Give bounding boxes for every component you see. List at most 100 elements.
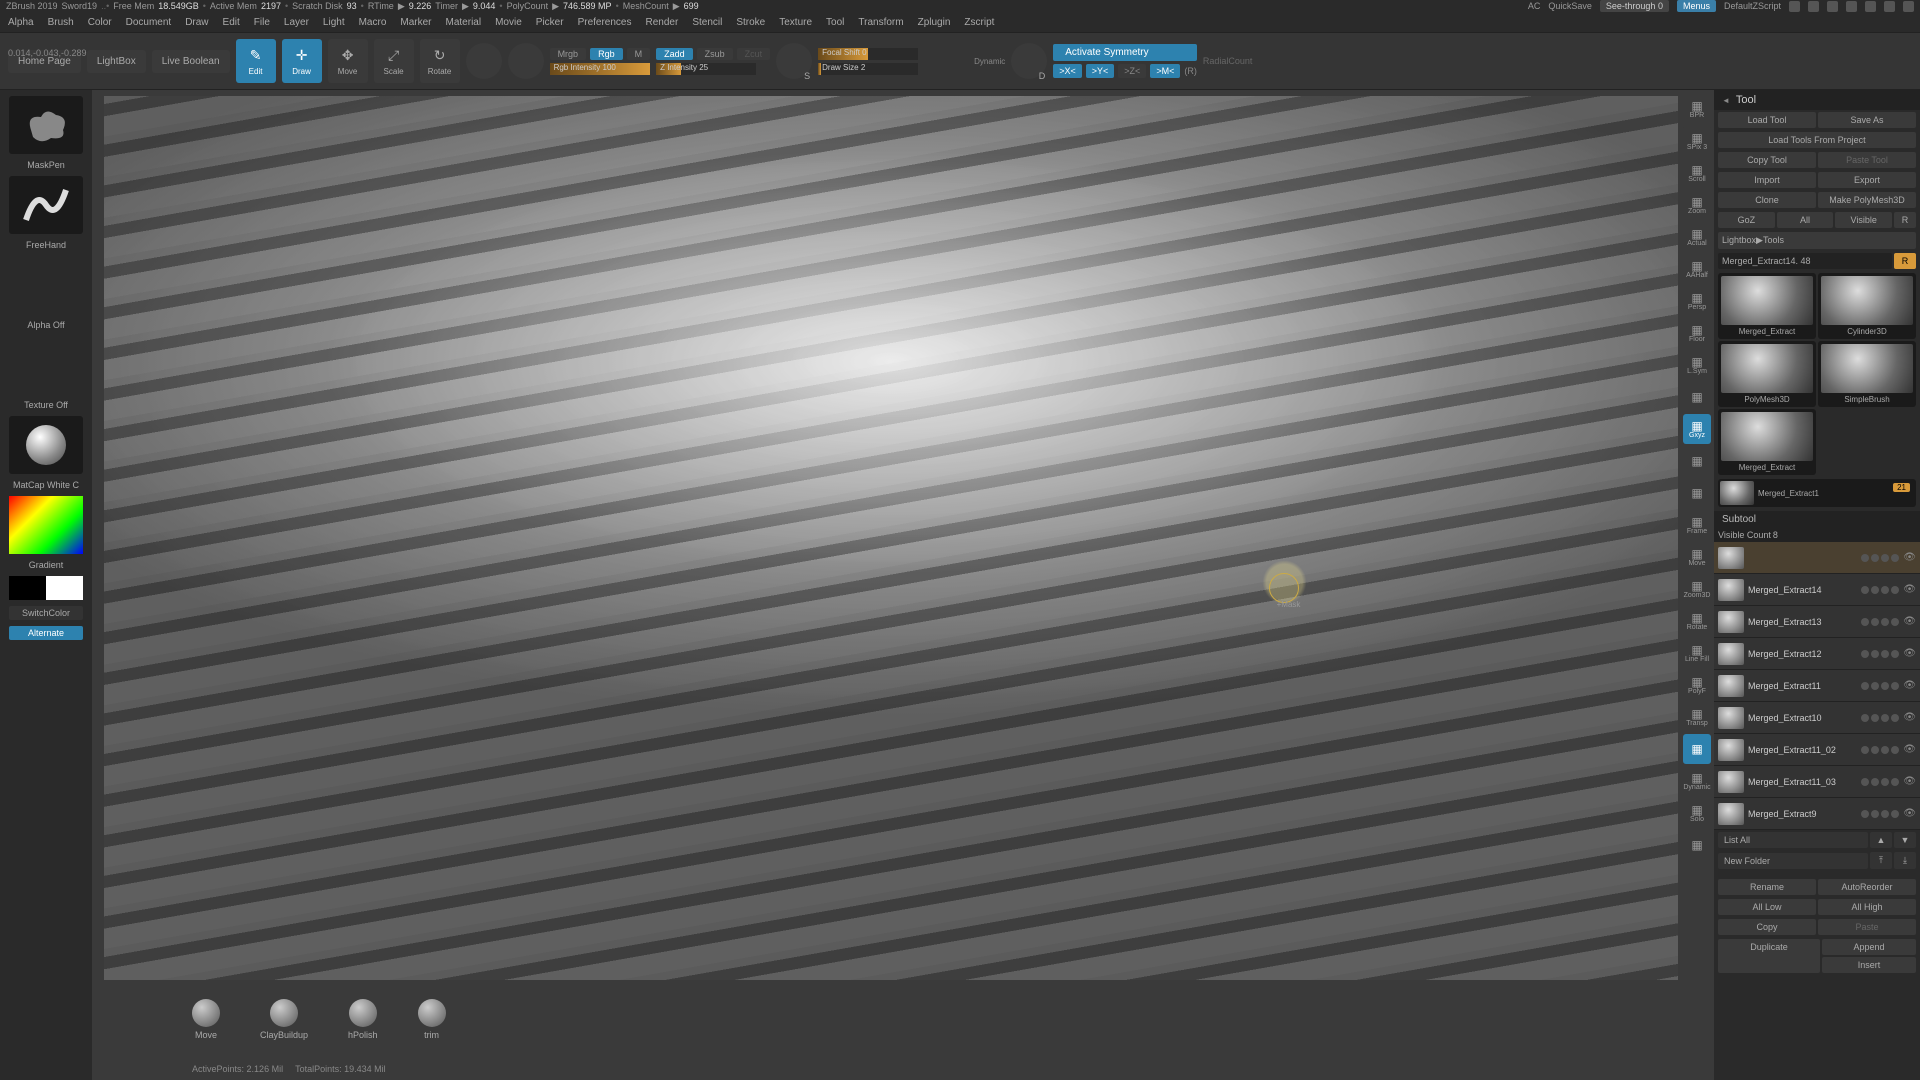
menu-material[interactable]: Material	[446, 17, 482, 28]
sym-z-button[interactable]: >Z<	[1118, 64, 1146, 78]
export-button[interactable]: Export	[1818, 172, 1916, 188]
import-button[interactable]: Import	[1718, 172, 1816, 188]
tool-cell-1[interactable]: Cylinder3D	[1818, 273, 1916, 339]
mrgb-button[interactable]: Mrgb	[550, 48, 587, 60]
viewstrip-line-fill[interactable]: ▦Line Fill	[1683, 638, 1711, 668]
subtool-item-4[interactable]: Merged_Extract11👁	[1714, 670, 1920, 702]
viewstrip-dynamic[interactable]: ▦Dynamic	[1683, 766, 1711, 796]
menu-edit[interactable]: Edit	[223, 17, 240, 28]
visibility-eye-icon[interactable]: 👁	[1903, 648, 1916, 659]
menu-render[interactable]: Render	[646, 17, 679, 28]
close-icon[interactable]	[1903, 1, 1914, 12]
zsub-button[interactable]: Zsub	[697, 48, 733, 60]
menu-file[interactable]: File	[254, 17, 270, 28]
visibility-eye-icon[interactable]: 👁	[1903, 616, 1916, 627]
viewstrip-actual[interactable]: ▦Actual	[1683, 222, 1711, 252]
goz-all-button[interactable]: All	[1777, 212, 1834, 228]
sphere-button[interactable]	[508, 43, 544, 79]
subtool-paste-button[interactable]: Paste	[1818, 919, 1916, 935]
subtool-item-7[interactable]: Merged_Extract11_03👁	[1714, 766, 1920, 798]
viewstrip-button[interactable]: ▦	[1683, 446, 1711, 476]
sym-x-button[interactable]: >X<	[1053, 64, 1082, 78]
zadd-button[interactable]: Zadd	[656, 48, 693, 60]
default-zscript[interactable]: DefaultZScript	[1724, 1, 1781, 11]
viewstrip-aahalf[interactable]: ▦AAHalf	[1683, 254, 1711, 284]
visibility-eye-icon[interactable]: 👁	[1903, 552, 1916, 563]
rename-button[interactable]: Rename	[1718, 879, 1816, 895]
maximize-icon[interactable]	[1884, 1, 1895, 12]
brush-preview[interactable]	[9, 96, 83, 154]
menu-texture[interactable]: Texture	[779, 17, 812, 28]
menu-transform[interactable]: Transform	[858, 17, 903, 28]
load-tool-button[interactable]: Load Tool	[1718, 112, 1816, 128]
viewstrip-button[interactable]: ▦	[1683, 382, 1711, 412]
tool-cell-3[interactable]: SimpleBrush	[1818, 341, 1916, 407]
visibility-eye-icon[interactable]: 👁	[1903, 680, 1916, 691]
subtool-item-5[interactable]: Merged_Extract10👁	[1714, 702, 1920, 734]
live-boolean-button[interactable]: Live Boolean	[152, 50, 230, 73]
menu-layer[interactable]: Layer	[284, 17, 309, 28]
viewstrip-gxyz[interactable]: ▦Gxyz	[1683, 414, 1711, 444]
subtool-item-1[interactable]: Merged_Extract14👁	[1714, 574, 1920, 606]
menu-marker[interactable]: Marker	[400, 17, 431, 28]
arrows-icon[interactable]	[1789, 1, 1800, 12]
subtool-item-2[interactable]: Merged_Extract13👁	[1714, 606, 1920, 638]
visibility-eye-icon[interactable]: 👁	[1903, 712, 1916, 723]
viewstrip-l-sym[interactable]: ▦L.Sym	[1683, 350, 1711, 380]
sym-y-button[interactable]: >Y<	[1086, 64, 1115, 78]
menu-picker[interactable]: Picker	[536, 17, 564, 28]
lightbox-tools-button[interactable]: Lightbox▶Tools	[1718, 232, 1916, 249]
move-down-button[interactable]: ▼	[1894, 832, 1916, 848]
visibility-eye-icon[interactable]: 👁	[1903, 808, 1916, 819]
copy-tool-button[interactable]: Copy Tool	[1718, 152, 1816, 168]
menu-macro[interactable]: Macro	[359, 17, 387, 28]
quicksave-button[interactable]: QuickSave	[1548, 1, 1592, 11]
viewstrip-bpr[interactable]: ▦BPR	[1683, 94, 1711, 124]
move-mode-button[interactable]: ✥Move	[328, 39, 368, 83]
paste-tool-button[interactable]: Paste Tool	[1818, 152, 1916, 168]
draw-mode-button[interactable]: ✛Draw	[282, 39, 322, 83]
insert-button[interactable]: Insert	[1822, 957, 1916, 973]
viewstrip-solo[interactable]: ▦Solo	[1683, 798, 1711, 828]
m-button[interactable]: M	[627, 48, 651, 60]
subtool-item-0[interactable]: 👁	[1714, 542, 1920, 574]
make-polymesh-button[interactable]: Make PolyMesh3D	[1818, 192, 1916, 208]
menu-stroke[interactable]: Stroke	[736, 17, 765, 28]
clone-button[interactable]: Clone	[1718, 192, 1816, 208]
menu-draw[interactable]: Draw	[185, 17, 208, 28]
visibility-eye-icon[interactable]: 👁	[1903, 776, 1916, 787]
draw-size-slider[interactable]: Draw Size 2	[818, 63, 918, 75]
visibility-eye-icon[interactable]: 👁	[1903, 744, 1916, 755]
menu-preferences[interactable]: Preferences	[578, 17, 632, 28]
scale-mode-button[interactable]: ⤢Scale	[374, 39, 414, 83]
tool-cell-0[interactable]: Merged_Extract	[1718, 273, 1816, 339]
sym-m-button[interactable]: >M<	[1150, 64, 1180, 78]
minimize-icon[interactable]	[1865, 1, 1876, 12]
move-bottom-button[interactable]: ⤓	[1894, 852, 1916, 869]
menu-document[interactable]: Document	[126, 17, 172, 28]
append-button[interactable]: Append	[1822, 939, 1916, 955]
rotate-mode-button[interactable]: ↻Rotate	[420, 39, 460, 83]
viewstrip-rotate[interactable]: ▦Rotate	[1683, 606, 1711, 636]
viewstrip-scroll[interactable]: ▦Scroll	[1683, 158, 1711, 188]
activate-symmetry-button[interactable]: Activate Symmetry	[1053, 44, 1197, 61]
tool-cell-2[interactable]: PolyMesh3D	[1718, 341, 1816, 407]
subtool-item-8[interactable]: Merged_Extract9👁	[1714, 798, 1920, 830]
lightbox-button[interactable]: LightBox	[87, 50, 146, 73]
viewstrip-transp[interactable]: ▦Transp	[1683, 702, 1711, 732]
grid-icon[interactable]	[1808, 1, 1819, 12]
move-top-button[interactable]: ⤒	[1870, 852, 1892, 869]
alpha-preview[interactable]	[9, 256, 83, 314]
viewstrip-frame[interactable]: ▦Frame	[1683, 510, 1711, 540]
menu-light[interactable]: Light	[323, 17, 345, 28]
alternate-button[interactable]: Alternate	[9, 626, 83, 640]
subtool-item-6[interactable]: Merged_Extract11_02👁	[1714, 734, 1920, 766]
quickbrush-hpolish[interactable]: hPolish	[348, 999, 378, 1040]
viewstrip-spix-3[interactable]: ▦SPix 3	[1683, 126, 1711, 156]
list-all-button[interactable]: List All	[1718, 832, 1868, 848]
r-badge[interactable]: R	[1894, 253, 1916, 269]
load-tools-project-button[interactable]: Load Tools From Project	[1718, 132, 1916, 148]
zcut-button[interactable]: Zcut	[737, 48, 771, 60]
goz-button[interactable]: GoZ	[1718, 212, 1775, 228]
layout-icon[interactable]	[1827, 1, 1838, 12]
